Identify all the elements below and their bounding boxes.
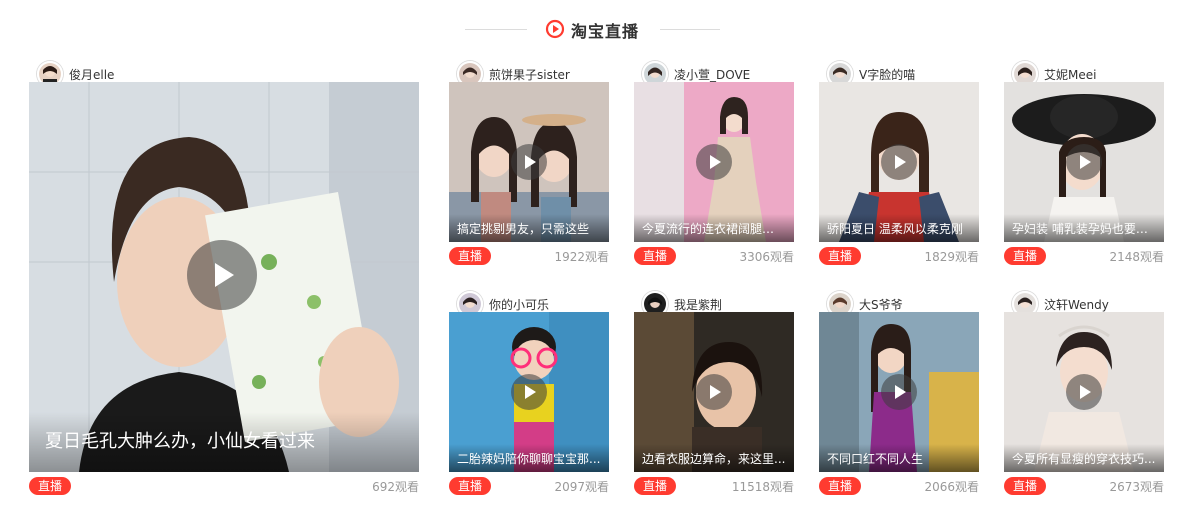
- stream-caption: 搞定挑剔男友，只需这些: [449, 214, 609, 242]
- live-badge: 直播: [819, 477, 862, 495]
- stream-thumbnail[interactable]: 今夏流行的连衣裙阔腿裤 ...: [634, 82, 794, 242]
- play-button[interactable]: [1066, 144, 1102, 180]
- host-name: 你的小可乐: [489, 297, 550, 312]
- stream-card[interactable]: 凌小萱_DOVE 今夏流行的连衣裙阔腿裤 ... 直播 3306观看: [634, 61, 794, 271]
- play-button[interactable]: [511, 374, 547, 410]
- stream-thumbnail[interactable]: 不同口红不同人生: [819, 312, 979, 472]
- stream-card[interactable]: 大S爷爷 不同口红不同人生 直播 2066观看: [819, 291, 979, 501]
- host-name: 俊月elle: [69, 67, 115, 82]
- stream-card[interactable]: 煎饼果子sister 搞定挑剔男友，只需这些 直播 1922观看: [449, 61, 609, 271]
- live-badge: 直播: [819, 247, 862, 265]
- stream-caption: 今夏流行的连衣裙阔腿裤 ...: [634, 214, 794, 242]
- stream-card[interactable]: V字脸的喵 骄阳夏日 温柔风以柔克刚 直播 1829观看: [819, 61, 979, 271]
- stream-thumbnail[interactable]: 孕妇装 哺乳装孕妈也要美...: [1004, 82, 1164, 242]
- header-divider-right: [660, 29, 720, 30]
- section-header: 淘宝直播: [0, 16, 1190, 42]
- stream-caption: 不同口红不同人生: [819, 444, 979, 472]
- play-button[interactable]: [696, 374, 732, 410]
- live-badge: 直播: [634, 247, 677, 265]
- host-name: V字脸的喵: [859, 67, 916, 82]
- live-badge: 直播: [449, 247, 492, 265]
- view-count: 3306观看: [739, 250, 794, 264]
- stream-caption: 骄阳夏日 温柔风以柔克刚: [819, 214, 979, 242]
- play-button[interactable]: [881, 144, 917, 180]
- stream-caption: 边看衣服边算命，来这里...: [634, 444, 794, 472]
- view-count: 692观看: [372, 480, 419, 494]
- header-divider-left: [465, 29, 527, 30]
- live-badge: 直播: [1004, 477, 1047, 495]
- view-count: 1829观看: [924, 250, 979, 264]
- stream-card[interactable]: 艾妮Meei 孕妇装 哺乳装孕妈也要美... 直播 2148观看: [1004, 61, 1164, 271]
- stream-thumbnail[interactable]: 二胎辣妈陪你聊聊宝宝那...: [449, 312, 609, 472]
- host-name: 我是紫荆: [674, 297, 723, 312]
- host-name: 汶轩Wendy: [1044, 297, 1109, 312]
- stream-card[interactable]: 汶轩Wendy 今夏所有显瘦的穿衣技巧... 直播 2673观看: [1004, 291, 1164, 501]
- view-count: 11518观看: [731, 480, 794, 494]
- host-name: 艾妮Meei: [1044, 67, 1097, 82]
- host-name: 大S爷爷: [859, 297, 903, 312]
- stream-thumbnail[interactable]: 今夏所有显瘦的穿衣技巧...: [1004, 312, 1164, 472]
- view-count: 2673观看: [1109, 480, 1164, 494]
- stream-thumbnail[interactable]: 骄阳夏日 温柔风以柔克刚: [819, 82, 979, 242]
- stream-caption: 夏日毛孔大肿么办，小仙女看过来: [29, 412, 419, 472]
- stream-thumbnail[interactable]: 边看衣服边算命，来这里...: [634, 312, 794, 472]
- live-badge: 直播: [634, 477, 677, 495]
- host-name: 煎饼果子sister: [489, 67, 570, 82]
- play-button[interactable]: [187, 240, 257, 310]
- stream-caption: 今夏所有显瘦的穿衣技巧...: [1004, 444, 1164, 472]
- play-button[interactable]: [1066, 374, 1102, 410]
- section-title[interactable]: 淘宝直播: [571, 18, 639, 42]
- play-button[interactable]: [511, 144, 547, 180]
- featured-stream-card[interactable]: 俊月elle 夏日毛孔大肿么办，小仙女看过来 直播 692观看: [29, 61, 419, 500]
- stream-caption: 二胎辣妈陪你聊聊宝宝那...: [449, 444, 609, 472]
- stream-thumbnail[interactable]: 搞定挑剔男友，只需这些: [449, 82, 609, 242]
- host-name: 凌小萱_DOVE: [674, 67, 751, 82]
- view-count: 1922观看: [554, 250, 609, 264]
- view-count: 2148观看: [1109, 250, 1164, 264]
- stream-thumbnail[interactable]: 夏日毛孔大肿么办，小仙女看过来: [29, 82, 419, 472]
- live-badge: 直播: [29, 477, 72, 495]
- stream-caption: 孕妇装 哺乳装孕妈也要美...: [1004, 214, 1164, 242]
- live-play-icon: [545, 19, 565, 39]
- live-badge: 直播: [1004, 247, 1047, 265]
- stream-card[interactable]: 你的小可乐 二胎辣妈陪你聊聊宝宝那... 直播 2097观看: [449, 291, 609, 501]
- view-count: 2097观看: [554, 480, 609, 494]
- play-button[interactable]: [696, 144, 732, 180]
- view-count: 2066观看: [924, 480, 979, 494]
- stream-card[interactable]: 我是紫荆 边看衣服边算命，来这里... 直播 11518观看: [634, 291, 794, 501]
- live-badge: 直播: [449, 477, 492, 495]
- play-button[interactable]: [881, 374, 917, 410]
